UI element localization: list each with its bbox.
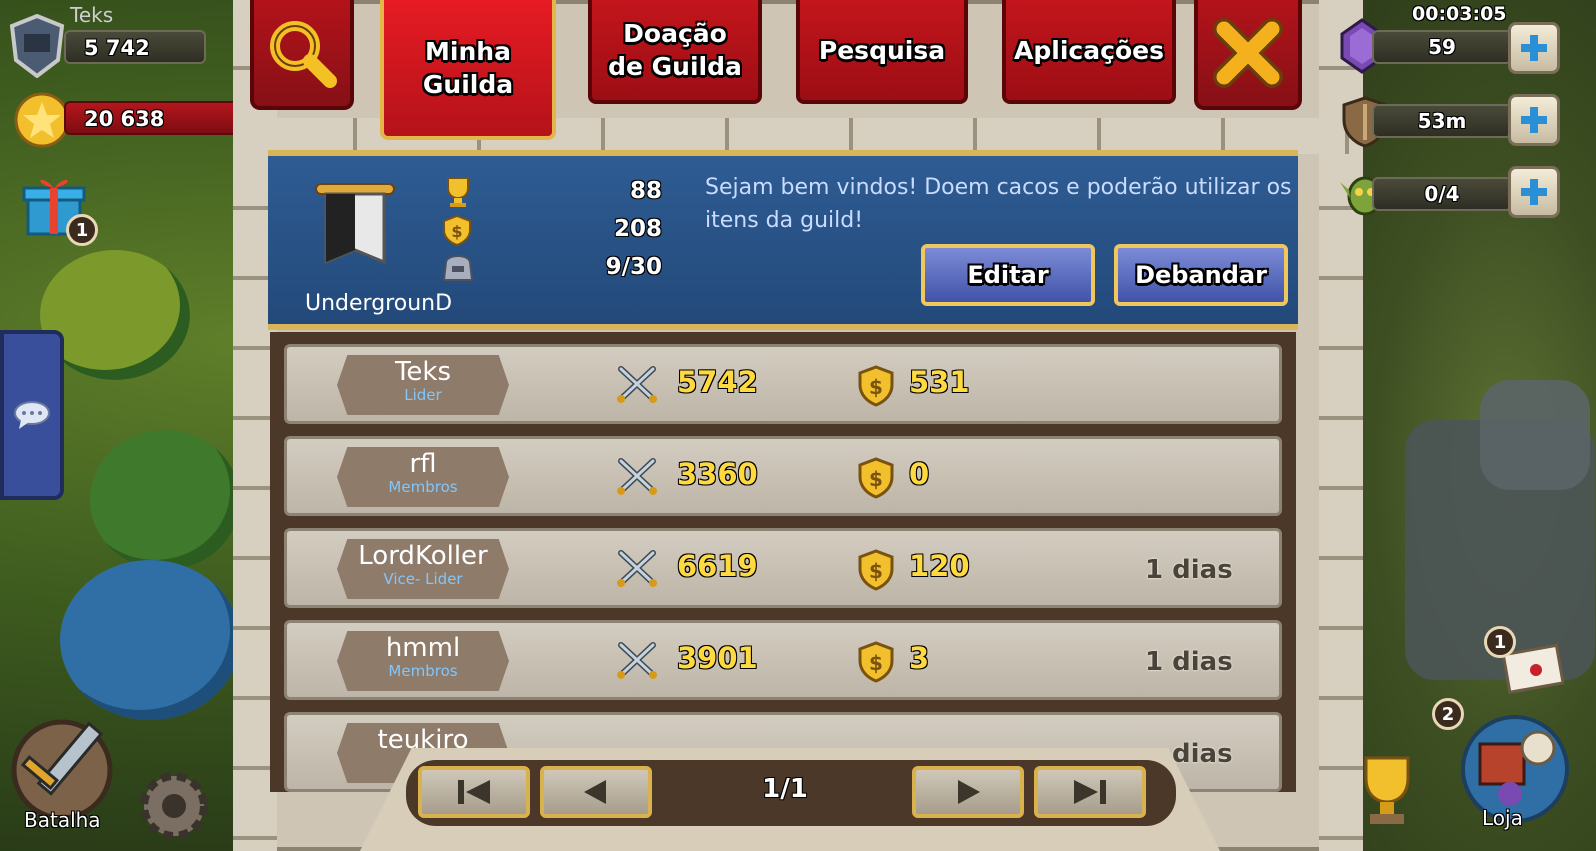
member-last-seen: 1 dias	[1145, 555, 1233, 585]
coin-icon: $	[858, 457, 894, 499]
plus-icon	[1521, 179, 1547, 205]
member-role: Lider	[404, 386, 442, 404]
svg-text:$: $	[869, 375, 883, 399]
member-donation: 120	[909, 549, 970, 583]
member-power: 5742	[677, 365, 758, 399]
members-helmet-icon	[440, 250, 476, 288]
add-gems-button[interactable]	[1508, 22, 1560, 74]
sword-icon	[11, 719, 113, 820]
shield-timer: 53m	[1372, 104, 1512, 138]
svg-text:$: $	[869, 651, 883, 675]
close-icon	[1213, 18, 1283, 88]
member-role: Membros	[388, 478, 458, 496]
plus-icon	[1521, 35, 1547, 61]
tab-guild-donation[interactable]: Doação de Guilda	[588, 0, 762, 104]
trophy-cup-icon[interactable]	[1352, 752, 1422, 836]
coin-icon: $	[858, 641, 894, 683]
shop-count-badge: 2	[1432, 698, 1464, 730]
add-shield-button[interactable]	[1508, 94, 1560, 146]
member-name: Teks	[394, 357, 452, 387]
member-power: 6619	[677, 549, 758, 583]
shop-label: Loja	[1482, 806, 1523, 830]
gear-icon[interactable]	[134, 766, 214, 846]
chat-bubble-icon	[14, 401, 50, 429]
add-worker-button[interactable]	[1508, 166, 1560, 218]
worker-counter: 0/4	[1372, 177, 1512, 211]
member-name-plate: Teks Lider	[337, 355, 509, 415]
guild-banner-icon	[312, 180, 398, 274]
svg-text:$: $	[869, 467, 883, 491]
member-donation: 0	[909, 457, 930, 491]
background-tree	[60, 560, 240, 720]
disband-guild-button[interactable]: Debandar	[1114, 244, 1288, 306]
next-page-button[interactable]	[912, 766, 1024, 818]
member-role: Membros	[388, 662, 458, 680]
background-tree	[90, 430, 240, 570]
power-counter: 5 742	[64, 30, 206, 64]
battle-label: Batalha	[24, 808, 101, 832]
chat-side-tab[interactable]	[0, 330, 64, 500]
guild-description: Sejam bem vindos! Doem cacos e poderão u…	[705, 175, 1292, 233]
gem-counter: 59	[1372, 30, 1512, 64]
member-name: rfl	[409, 449, 437, 479]
player-name: Teks	[70, 3, 114, 27]
member-row[interactable]: LordKoller Vice- Lider 6619 $ 120 1 dias	[284, 528, 1282, 608]
crossed-swords-icon	[617, 458, 657, 495]
gold-counter: 20 638	[64, 101, 244, 135]
player-avatar[interactable]	[8, 14, 66, 78]
coin-icon: $	[858, 549, 894, 591]
guild-name: UndergrounD	[305, 291, 453, 316]
next-page-icon	[958, 780, 980, 804]
trophy-icon	[440, 176, 476, 212]
member-power: 3360	[677, 457, 758, 491]
crossed-swords-icon	[617, 642, 657, 679]
member-last-seen: 1 dias	[1145, 647, 1233, 677]
tab-my-guild[interactable]: Minha Guilda	[380, 0, 556, 140]
coin-icon: $	[858, 365, 894, 407]
member-name: LordKoller	[358, 541, 488, 571]
first-page-icon	[458, 780, 490, 804]
member-name-plate: rfl Membros	[337, 447, 509, 507]
tab-applications[interactable]: Aplicações	[1002, 0, 1176, 104]
guild-members-count: 9/30	[605, 254, 662, 280]
tab-research[interactable]: Pesquisa	[796, 0, 968, 104]
member-row[interactable]: rfl Membros 3360 $ 0	[284, 436, 1282, 516]
crossed-swords-icon	[617, 550, 657, 587]
timer: 00:03:05	[1412, 3, 1507, 25]
guild-coin-icon: $	[442, 214, 472, 250]
member-donation: 3	[909, 641, 930, 675]
member-role: Vice- Lider	[383, 570, 463, 588]
last-page-icon	[1074, 780, 1106, 804]
member-power: 3901	[677, 641, 758, 675]
first-page-button[interactable]	[418, 766, 530, 818]
guild-trophies: 88	[629, 178, 662, 204]
member-name-plate: LordKoller Vice- Lider	[337, 539, 509, 599]
crossed-swords-icon	[617, 366, 657, 403]
member-row[interactable]: hmml Membros 3901 $ 3 1 dias	[284, 620, 1282, 700]
previous-page-icon	[584, 780, 606, 804]
gift-count-badge: 1	[66, 214, 98, 246]
member-donation: 531	[909, 365, 970, 399]
svg-text:$: $	[451, 222, 462, 241]
previous-page-button[interactable]	[540, 766, 652, 818]
member-name: hmml	[385, 633, 461, 663]
mail-count-badge: 1	[1484, 626, 1516, 658]
member-name-plate: hmml Membros	[337, 631, 509, 691]
guild-funds: 208	[613, 216, 662, 242]
battle-button[interactable]	[2, 710, 122, 820]
svg-text:$: $	[869, 559, 883, 583]
plus-icon	[1521, 107, 1547, 133]
page-indicator: 1/1	[762, 774, 808, 804]
edit-guild-button[interactable]: Editar	[921, 244, 1095, 306]
background-rock	[1480, 380, 1590, 490]
gold-star-icon	[14, 92, 70, 148]
member-last-seen: dias	[1172, 739, 1233, 769]
search-button[interactable]	[250, 0, 354, 110]
close-button[interactable]	[1194, 0, 1302, 110]
last-page-button[interactable]	[1034, 766, 1146, 818]
member-row[interactable]: Teks Lider 5742 $ 531	[284, 344, 1282, 424]
search-icon	[270, 21, 337, 88]
